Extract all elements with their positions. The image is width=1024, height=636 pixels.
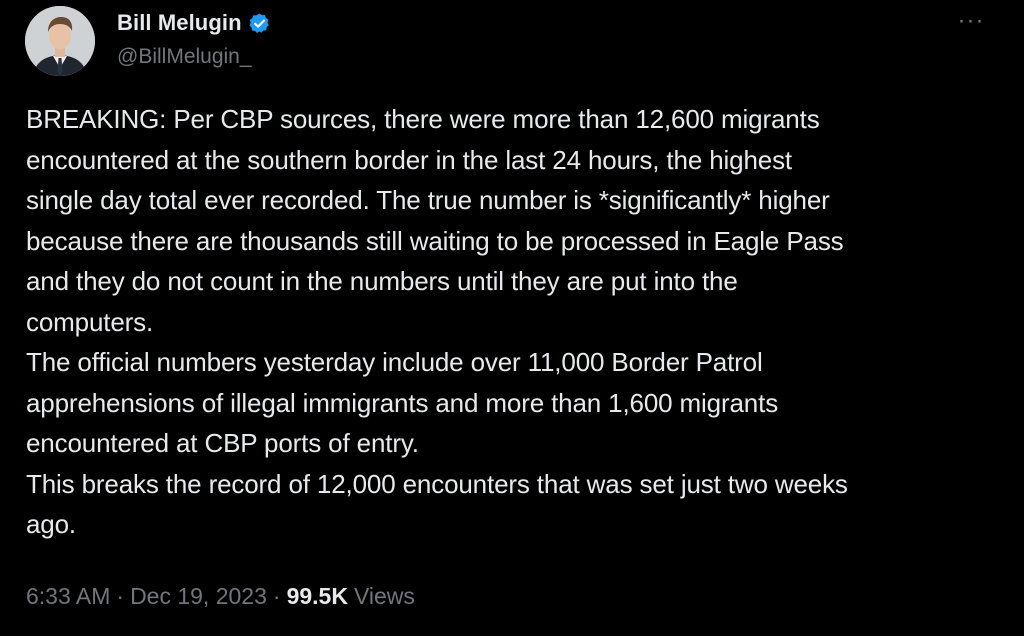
views-count[interactable]: 99.5K xyxy=(287,583,348,610)
tweet-metadata: 6:33 AM · Dec 19, 2023 · 99.5K Views xyxy=(26,576,415,616)
verified-badge-icon xyxy=(248,12,271,35)
meta-separator: · xyxy=(272,582,281,609)
author-handle[interactable]: @BillMelugin_ xyxy=(117,45,271,69)
more-horizontal-icon: ··· xyxy=(957,7,985,34)
tweet-text: BREAKING: Per CBP sources, there were mo… xyxy=(26,104,848,539)
author-avatar[interactable] xyxy=(25,6,95,76)
tweet-card: Bill Melugin @BillMelugin_ ··· BREAKING:… xyxy=(0,0,1024,636)
meta-separator: · xyxy=(116,582,125,609)
author-info: Bill Melugin @BillMelugin_ xyxy=(117,8,271,78)
tweet-time[interactable]: 6:33 AM xyxy=(26,583,110,610)
author-display-name[interactable]: Bill Melugin xyxy=(117,10,242,36)
more-options-button[interactable]: ··· xyxy=(952,6,990,36)
views-label: Views xyxy=(353,582,415,609)
name-row: Bill Melugin xyxy=(117,8,271,38)
avatar-photo-icon xyxy=(25,6,95,76)
tweet-date[interactable]: Dec 19, 2023 xyxy=(130,583,267,610)
